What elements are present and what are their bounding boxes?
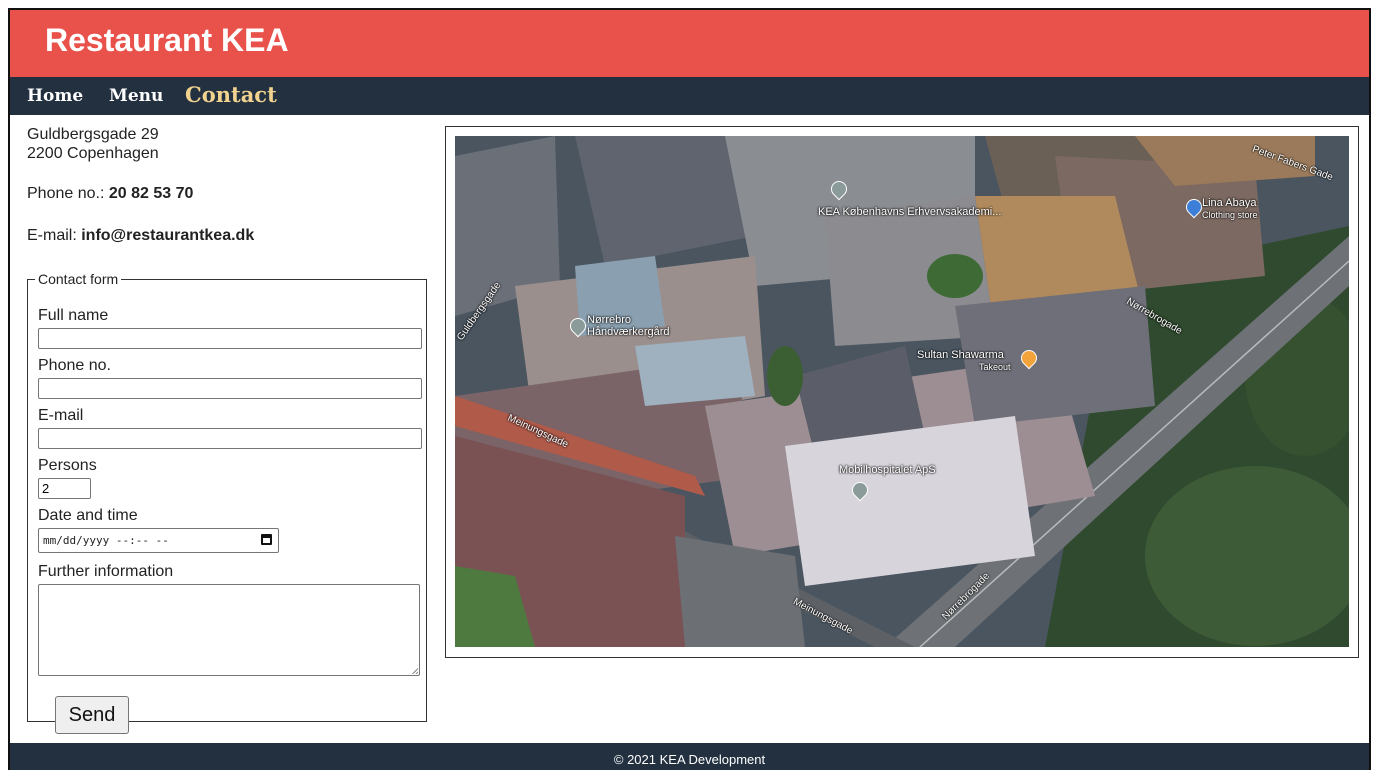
full-name-label: Full name [38, 307, 109, 324]
phone-field-label: Phone no. [38, 357, 111, 374]
nav-contact[interactable]: Contact [185, 82, 277, 107]
datetime-label: Date and time [38, 507, 138, 524]
map-place-mobilhospitalet[interactable]: Mobilhospitalet ApS [839, 464, 936, 476]
site-title: Restaurant KEA [45, 22, 289, 58]
datetime-input[interactable]: mm/dd/yyyy --:-- -- [38, 528, 279, 553]
map-view[interactable]: KEA Københavns Erhvervsakademi... Lina A… [455, 136, 1349, 647]
map-place-kea[interactable]: KEA Københavns Erhvervsakademi... [818, 206, 1001, 218]
map-place-sultan-shawarma-type: Takeout [979, 362, 1011, 372]
address-block: Guldbergsgade 29 2200 Copenhagen [27, 125, 159, 163]
persons-input[interactable] [38, 478, 91, 499]
resize-grip-icon[interactable] [411, 667, 418, 674]
phone-input[interactable] [38, 378, 422, 399]
map-frame: KEA Københavns Erhvervsakademi... Lina A… [445, 126, 1359, 658]
map-place-lina-abaya-type: Clothing store [1202, 210, 1258, 220]
phone-line: Phone no.: 20 82 53 70 [27, 185, 193, 203]
email-label: E-mail: [27, 227, 77, 244]
address-line-2: 2200 Copenhagen [27, 145, 159, 162]
map-place-norrebro-haandvaerkergaard[interactable]: Nørrebro Håndværkergård [587, 314, 670, 338]
email-input[interactable] [38, 428, 422, 449]
further-info-label: Further information [38, 563, 174, 580]
contact-form-legend: Contact form [38, 271, 119, 287]
page-frame: Restaurant KEA Home Menu Contact Guldber… [8, 8, 1371, 770]
datetime-placeholder: mm/dd/yyyy --:-- -- [43, 534, 169, 547]
phone-value: 20 82 53 70 [108, 185, 194, 202]
email-line: E-mail: info@restaurantkea.dk [27, 227, 254, 245]
map-place-sultan-shawarma-name: Sultan Shawarma [917, 349, 1004, 361]
map-place-sultan-shawarma[interactable]: Sultan Shawarma Takeout [917, 349, 1011, 373]
site-footer: © 2021 KEA Development [10, 743, 1369, 770]
footer-text: © 2021 KEA Development [613, 752, 766, 767]
phone-label: Phone no.: [27, 185, 105, 202]
contact-form: Contact form Full name Phone no. E-mail … [27, 271, 427, 734]
full-name-input[interactable] [38, 328, 422, 349]
email-field-label: E-mail [38, 407, 84, 424]
site-header: Restaurant KEA [10, 10, 1369, 77]
email-value: info@restaurantkea.dk [81, 227, 255, 244]
nav-menu[interactable]: Menu [109, 86, 163, 106]
send-button[interactable]: Send [55, 696, 129, 734]
main-nav: Home Menu Contact [10, 77, 1369, 115]
further-info-textarea[interactable] [38, 584, 420, 676]
address-line-1: Guldbergsgade 29 [27, 126, 159, 143]
calendar-icon[interactable] [261, 534, 272, 545]
nav-home[interactable]: Home [27, 86, 83, 106]
map-place-lina-abaya-name: Lina Abaya [1202, 197, 1257, 209]
persons-label: Persons [38, 457, 97, 474]
map-place-lina-abaya[interactable]: Lina Abaya Clothing store [1202, 197, 1258, 221]
